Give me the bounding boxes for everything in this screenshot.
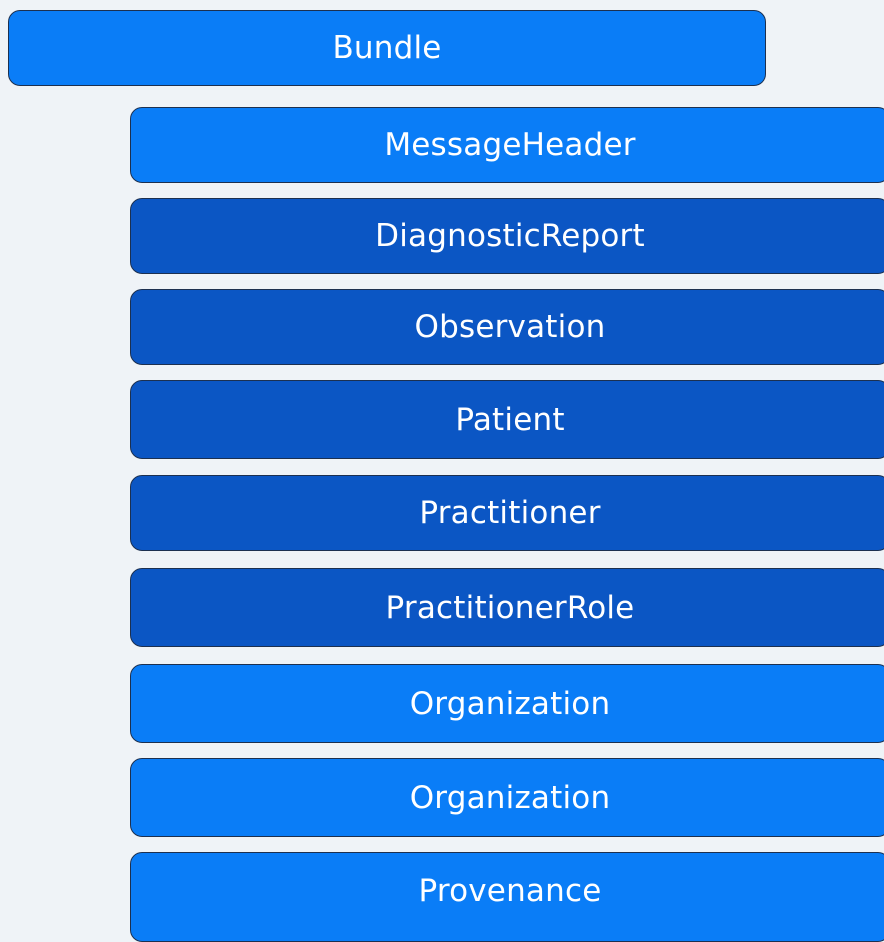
resource-box-message-header: MessageHeader: [130, 107, 884, 183]
resource-box-patient: Patient: [130, 380, 884, 459]
resource-label: Practitioner: [419, 495, 601, 531]
resource-label: DiagnosticReport: [375, 218, 645, 254]
resource-box-organization-2: Organization: [130, 758, 884, 837]
resource-label: Organization: [409, 685, 611, 722]
resource-label: PractitionerRole: [385, 589, 635, 626]
resource-box-diagnostic-report: DiagnosticReport: [130, 198, 884, 274]
resource-label: MessageHeader: [384, 127, 636, 163]
resource-box-organization-1: Organization: [130, 664, 884, 743]
resource-label: Organization: [409, 779, 611, 816]
resource-box-provenance: Provenance: [130, 852, 884, 942]
bundle-box: Bundle: [8, 10, 766, 86]
resource-box-practitioner-role: PractitionerRole: [130, 568, 884, 647]
resource-label: Provenance: [418, 873, 602, 909]
resource-box-practitioner: Practitioner: [130, 475, 884, 551]
bundle-label: Bundle: [332, 30, 442, 66]
resource-box-observation: Observation: [130, 289, 884, 365]
resource-label: Observation: [414, 309, 606, 345]
resource-label: Patient: [455, 401, 565, 438]
